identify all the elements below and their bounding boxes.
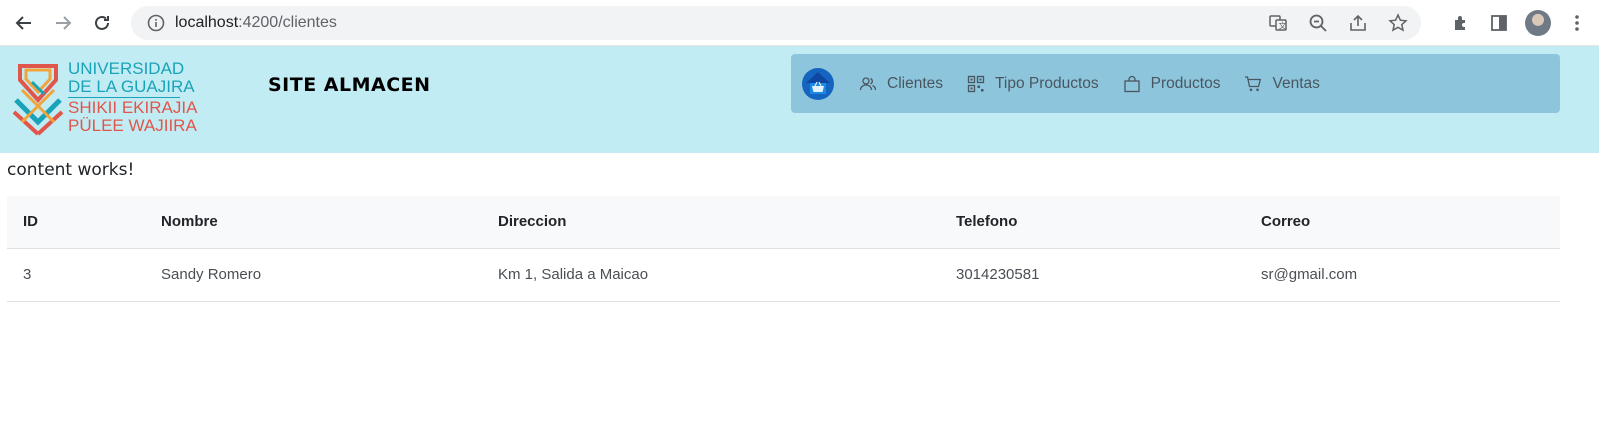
- nav-item-clientes[interactable]: Clientes: [859, 75, 943, 93]
- table-header-row: ID Nombre Direccion Telefono Correo: [7, 196, 1560, 248]
- nav-item-label: Productos: [1150, 74, 1221, 92]
- translate-icon[interactable]: 文: [1267, 12, 1289, 34]
- bag-icon: [1123, 75, 1141, 93]
- nav-item-label: Ventas: [1272, 74, 1320, 92]
- site-title: SITE ALMACEN: [268, 74, 431, 96]
- url-host: localhost: [175, 13, 239, 31]
- cell-correo: sr@gmail.com: [1261, 266, 1358, 283]
- table-row[interactable]: 3 Sandy Romero Km 1, Salida a Maicao 301…: [7, 248, 1560, 301]
- bookmark-star-icon[interactable]: [1387, 12, 1409, 34]
- browser-toolbar: localhost:4200/clientes 文: [0, 0, 1599, 46]
- logo-line-4: PÜLEE WAJIIRA: [68, 116, 197, 135]
- home-basket-icon: [802, 67, 834, 100]
- nav-item-label: Clientes: [887, 74, 943, 92]
- column-header-id: ID: [23, 213, 38, 231]
- cart-icon: [1244, 75, 1262, 93]
- home-button[interactable]: [801, 67, 835, 101]
- university-logo[interactable]: UNIVERSIDAD DE LA GUAJIRA SHIKII EKIRAJI…: [12, 60, 197, 136]
- logo-line-3: SHIKII EKIRAJIA: [68, 98, 198, 117]
- url-text[interactable]: localhost:4200/clientes: [175, 14, 1249, 32]
- share-icon[interactable]: [1347, 12, 1369, 34]
- address-bar[interactable]: localhost:4200/clientes 文: [131, 5, 1421, 40]
- zoom-out-icon[interactable]: [1307, 12, 1329, 34]
- column-header-direccion: Direccion: [498, 213, 567, 231]
- column-header-telefono: Telefono: [956, 213, 1018, 231]
- column-header-nombre: Nombre: [161, 213, 218, 231]
- column-header-correo: Correo: [1261, 213, 1311, 231]
- url-path: :4200/clientes: [238, 13, 337, 31]
- nav-item-label: Tipo Productos: [995, 74, 1099, 92]
- university-emblem-icon: [12, 64, 64, 136]
- logo-text: UNIVERSIDAD DE LA GUAJIRA SHIKII EKIRAJI…: [68, 60, 197, 135]
- profile-avatar[interactable]: [1525, 9, 1551, 36]
- cell-direccion: Km 1, Salida a Maicao: [498, 266, 649, 283]
- side-panel-icon[interactable]: [1487, 11, 1511, 35]
- nav-item-ventas[interactable]: Ventas: [1244, 74, 1320, 93]
- logo-line-2: DE LA GUAJIRA: [68, 77, 195, 96]
- nav-item-tipo-productos[interactable]: Tipo Productos: [967, 75, 1099, 93]
- users-icon: [859, 75, 877, 93]
- main-nav: Clientes Tipo Productos Productos Ventas: [791, 54, 1560, 113]
- reload-icon[interactable]: [88, 9, 116, 37]
- app-header: UNIVERSIDAD DE LA GUAJIRA SHIKII EKIRAJI…: [0, 46, 1599, 153]
- qr-grid-icon: [967, 75, 985, 93]
- logo-line-1: UNIVERSIDAD: [68, 59, 185, 78]
- cell-nombre: Sandy Romero: [161, 266, 262, 283]
- clientes-table: ID Nombre Direccion Telefono Correo 3 Sa…: [7, 196, 1560, 302]
- browser-actions: [1435, 9, 1589, 36]
- back-icon[interactable]: [10, 9, 38, 37]
- nav-item-productos[interactable]: Productos: [1123, 74, 1221, 93]
- kebab-menu-icon[interactable]: [1565, 11, 1589, 35]
- svg-text:文: 文: [1279, 20, 1287, 30]
- cell-telefono: 3014230581: [956, 266, 1040, 283]
- info-icon[interactable]: [147, 14, 165, 32]
- content-message: content works!: [7, 160, 135, 180]
- cell-id: 3: [23, 266, 32, 283]
- forward-icon[interactable]: [49, 9, 77, 37]
- extensions-icon[interactable]: [1449, 11, 1473, 35]
